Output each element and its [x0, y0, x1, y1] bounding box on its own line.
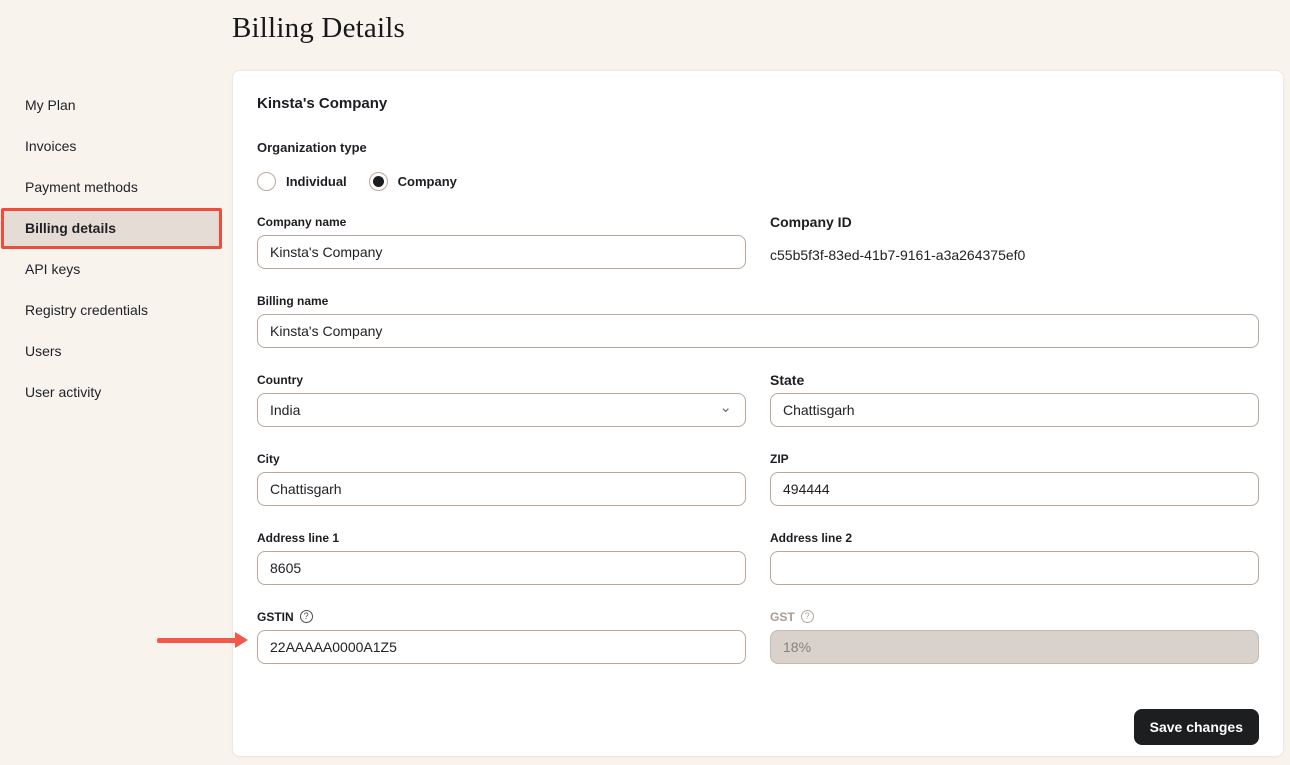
zip-field-group: ZIP	[770, 452, 1259, 506]
sidebar-item-users[interactable]: Users	[1, 331, 222, 372]
country-field-group: Country ⌄	[257, 373, 746, 427]
help-circle-icon[interactable]: ?	[300, 610, 313, 623]
organization-type-radio-group: Individual Company	[257, 172, 1259, 191]
country-select-input[interactable]	[257, 393, 746, 427]
help-circle-icon[interactable]: ?	[801, 610, 814, 623]
zip-input[interactable]	[770, 472, 1259, 506]
radio-company-label: Company	[398, 174, 457, 189]
gstin-label: GSTIN?	[257, 610, 746, 624]
save-changes-button[interactable]: Save changes	[1134, 709, 1259, 745]
zip-label: ZIP	[770, 452, 1259, 466]
billing-details-card: Kinsta's Company Organization type Indiv…	[232, 70, 1284, 757]
save-row: Save changes	[257, 709, 1259, 745]
address2-input[interactable]	[770, 551, 1259, 585]
country-label: Country	[257, 373, 746, 387]
gstin-input[interactable]	[257, 630, 746, 664]
radio-company[interactable]: Company	[369, 172, 457, 191]
sidebar-item-billing-details[interactable]: Billing details	[1, 208, 222, 249]
city-input[interactable]	[257, 472, 746, 506]
arrow-shaft	[157, 638, 236, 643]
billing-name-label: Billing name	[257, 294, 1259, 308]
state-label: State	[770, 373, 1259, 387]
company-name-label: Company name	[257, 215, 746, 229]
billing-form: Company name Company ID c55b5f3f-83ed-41…	[257, 215, 1259, 664]
company-id-label: Company ID	[770, 215, 1259, 229]
gst-field-group: GST?	[770, 610, 1259, 664]
billing-name-input[interactable]	[257, 314, 1259, 348]
gstin-field-group: GSTIN?	[257, 610, 746, 664]
sidebar-item-my-plan[interactable]: My Plan	[1, 85, 222, 126]
company-id-value: c55b5f3f-83ed-41b7-9161-a3a264375ef0	[770, 241, 1259, 263]
address1-label: Address line 1	[257, 531, 746, 545]
company-name-field-group: Company name	[257, 215, 746, 269]
sidebar-item-registry-credentials[interactable]: Registry credentials	[1, 290, 222, 331]
address1-input[interactable]	[257, 551, 746, 585]
billing-name-field-group: Billing name	[257, 294, 1259, 348]
radio-individual-label: Individual	[286, 174, 347, 189]
company-id-field-group: Company ID c55b5f3f-83ed-41b7-9161-a3a26…	[770, 215, 1259, 269]
organization-type-label: Organization type	[257, 140, 1259, 155]
city-label: City	[257, 452, 746, 466]
address1-field-group: Address line 1	[257, 531, 746, 585]
company-heading: Kinsta's Company	[257, 95, 1259, 112]
country-select[interactable]: ⌄	[257, 393, 746, 427]
sidebar-item-invoices[interactable]: Invoices	[1, 126, 222, 167]
state-field-group: State	[770, 373, 1259, 427]
sidebar-item-api-keys[interactable]: API keys	[1, 249, 222, 290]
sidebar-item-payment-methods[interactable]: Payment methods	[1, 167, 222, 208]
gst-label: GST?	[770, 610, 1259, 624]
address2-field-group: Address line 2	[770, 531, 1259, 585]
billing-sidebar: My Plan Invoices Payment methods Billing…	[0, 85, 232, 413]
radio-company-circle[interactable]	[369, 172, 388, 191]
company-name-input[interactable]	[257, 235, 746, 269]
page-title: Billing Details	[232, 12, 405, 45]
address2-label: Address line 2	[770, 531, 1259, 545]
gst-input	[770, 630, 1259, 664]
gstin-label-text: GSTIN	[257, 610, 294, 624]
radio-individual[interactable]: Individual	[257, 172, 347, 191]
city-field-group: City	[257, 452, 746, 506]
gst-label-text: GST	[770, 610, 795, 624]
sidebar-item-user-activity[interactable]: User activity	[1, 372, 222, 413]
state-input[interactable]	[770, 393, 1259, 427]
radio-individual-circle[interactable]	[257, 172, 276, 191]
